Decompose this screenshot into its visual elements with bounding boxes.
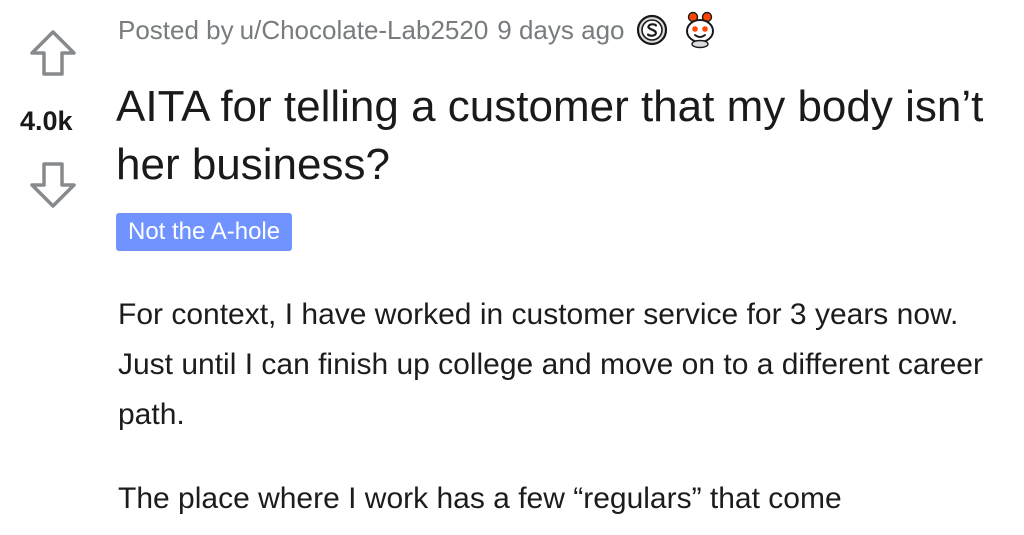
post-title[interactable]: AITA for telling a customer that my body…	[116, 78, 1016, 194]
vote-column: 4.0k	[0, 0, 112, 240]
upvote-button[interactable]	[28, 28, 78, 78]
post-age: 9 days ago	[497, 14, 625, 45]
author-link[interactable]: u/Chocolate-Lab2520	[240, 15, 489, 46]
upvote-arrow-icon	[30, 30, 76, 76]
downvote-arrow-icon	[30, 162, 76, 208]
downvote-button[interactable]	[28, 160, 78, 210]
vote-score: 4.0k	[20, 106, 73, 136]
silver-coin-award-icon[interactable]	[635, 13, 669, 47]
posted-by-label: Posted by	[118, 14, 234, 45]
flair-badge[interactable]: Not the A-hole	[116, 213, 293, 251]
post-body: For context, I have worked in customer s…	[118, 290, 998, 524]
body-paragraph: For context, I have worked in customer s…	[118, 298, 983, 431]
post-meta: Posted by u/Chocolate-Lab2520 9 days ago	[118, 10, 721, 50]
body-paragraph: The place where I work has a few “regula…	[118, 482, 842, 515]
wholesome-snoo-award-icon[interactable]	[679, 11, 721, 49]
